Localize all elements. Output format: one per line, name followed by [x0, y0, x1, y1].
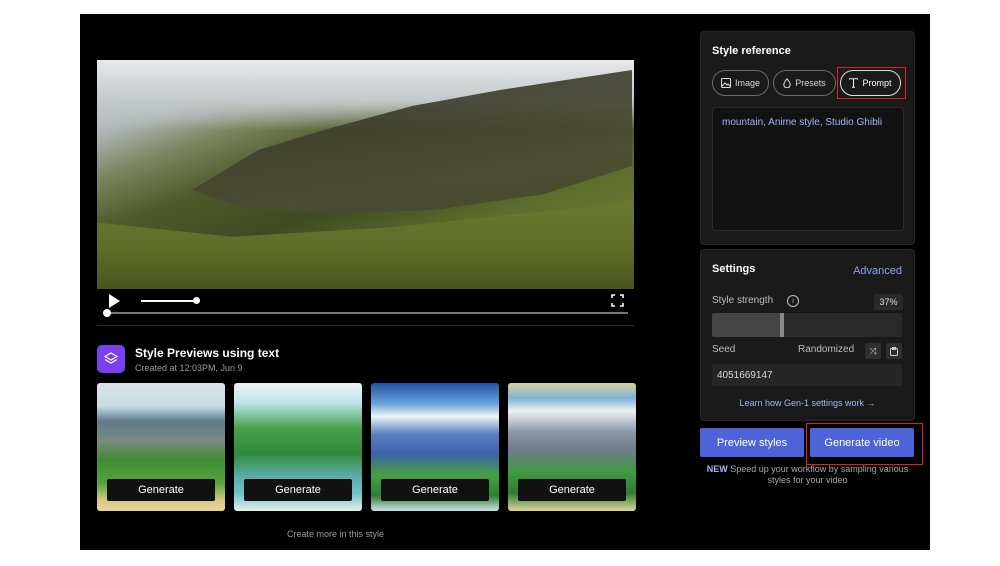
learn-settings-link[interactable]: Learn how Gen-1 settings work → [701, 398, 914, 408]
style-reference-panel: Style reference Image Presets Prompt mou… [700, 31, 915, 245]
video-progress-bar[interactable] [105, 312, 628, 314]
tab-image-label: Image [734, 78, 760, 88]
previews-subtitle: Created at 12:03PM, Jun 9 [135, 363, 243, 373]
divider [97, 325, 634, 326]
new-feature-note: NEW Speed up your workflow by sampling v… [700, 464, 915, 486]
create-more-link[interactable]: Create more in this style [287, 529, 384, 539]
tab-presets-label: Presets [795, 78, 826, 88]
generate-button[interactable]: Generate [518, 479, 626, 501]
prompt-text: mountain, Anime style, Studio Ghibli [722, 117, 883, 128]
note-text: Speed up your workflow by sampling vario… [727, 464, 909, 485]
tab-image[interactable]: Image [712, 70, 769, 96]
randomized-label: Randomized [798, 344, 855, 355]
video-progress-knob[interactable] [103, 309, 111, 317]
shuffle-icon[interactable]: ⤨ [865, 343, 881, 359]
slider-fill [712, 313, 783, 337]
preview-styles-button[interactable]: Preview styles [700, 428, 804, 457]
tab-prompt[interactable]: Prompt [840, 70, 901, 96]
style-strength-label: Style strength [712, 295, 774, 306]
preview-thumbnail-4[interactable]: Generate [508, 383, 636, 511]
preview-thumbnail-2[interactable]: Generate [234, 383, 362, 511]
volume-slider[interactable] [141, 300, 197, 302]
tab-prompt-label: Prompt [862, 78, 892, 88]
settings-title: Settings [712, 263, 756, 275]
style-reference-title: Style reference [712, 45, 791, 57]
fullscreen-icon[interactable] [611, 294, 624, 307]
seed-label: Seed [712, 344, 736, 355]
style-strength-value: 37% [874, 294, 903, 310]
layers-icon [97, 345, 125, 373]
generate-video-button[interactable]: Generate video [810, 428, 914, 457]
image-icon [720, 78, 731, 88]
video-player[interactable] [97, 60, 634, 289]
seed-input[interactable] [712, 364, 902, 386]
style-strength-slider[interactable] [712, 313, 902, 337]
app-window: Style Previews using text Created at 12:… [80, 14, 930, 550]
tab-presets[interactable]: Presets [773, 70, 836, 96]
preview-thumbnail-1[interactable]: Generate [97, 383, 225, 511]
prompt-input[interactable]: mountain, Anime style, Studio Ghibli [712, 107, 904, 231]
preview-thumbnail-3[interactable]: Generate [371, 383, 499, 511]
advanced-link[interactable]: Advanced [853, 265, 902, 277]
previews-title: Style Previews using text [135, 346, 280, 360]
copy-icon[interactable] [886, 343, 902, 359]
generate-button[interactable]: Generate [244, 479, 352, 501]
info-icon[interactable]: i [787, 295, 799, 307]
settings-panel: Settings Advanced Style strength i 37% S… [700, 249, 915, 421]
drop-icon [783, 78, 791, 88]
generate-button[interactable]: Generate [381, 479, 489, 501]
play-icon[interactable] [109, 294, 120, 308]
new-badge: NEW [706, 464, 728, 474]
slider-handle[interactable] [780, 313, 785, 337]
volume-knob[interactable] [193, 297, 200, 304]
generate-button[interactable]: Generate [107, 479, 215, 501]
video-controls [97, 289, 634, 329]
text-icon [849, 78, 859, 88]
